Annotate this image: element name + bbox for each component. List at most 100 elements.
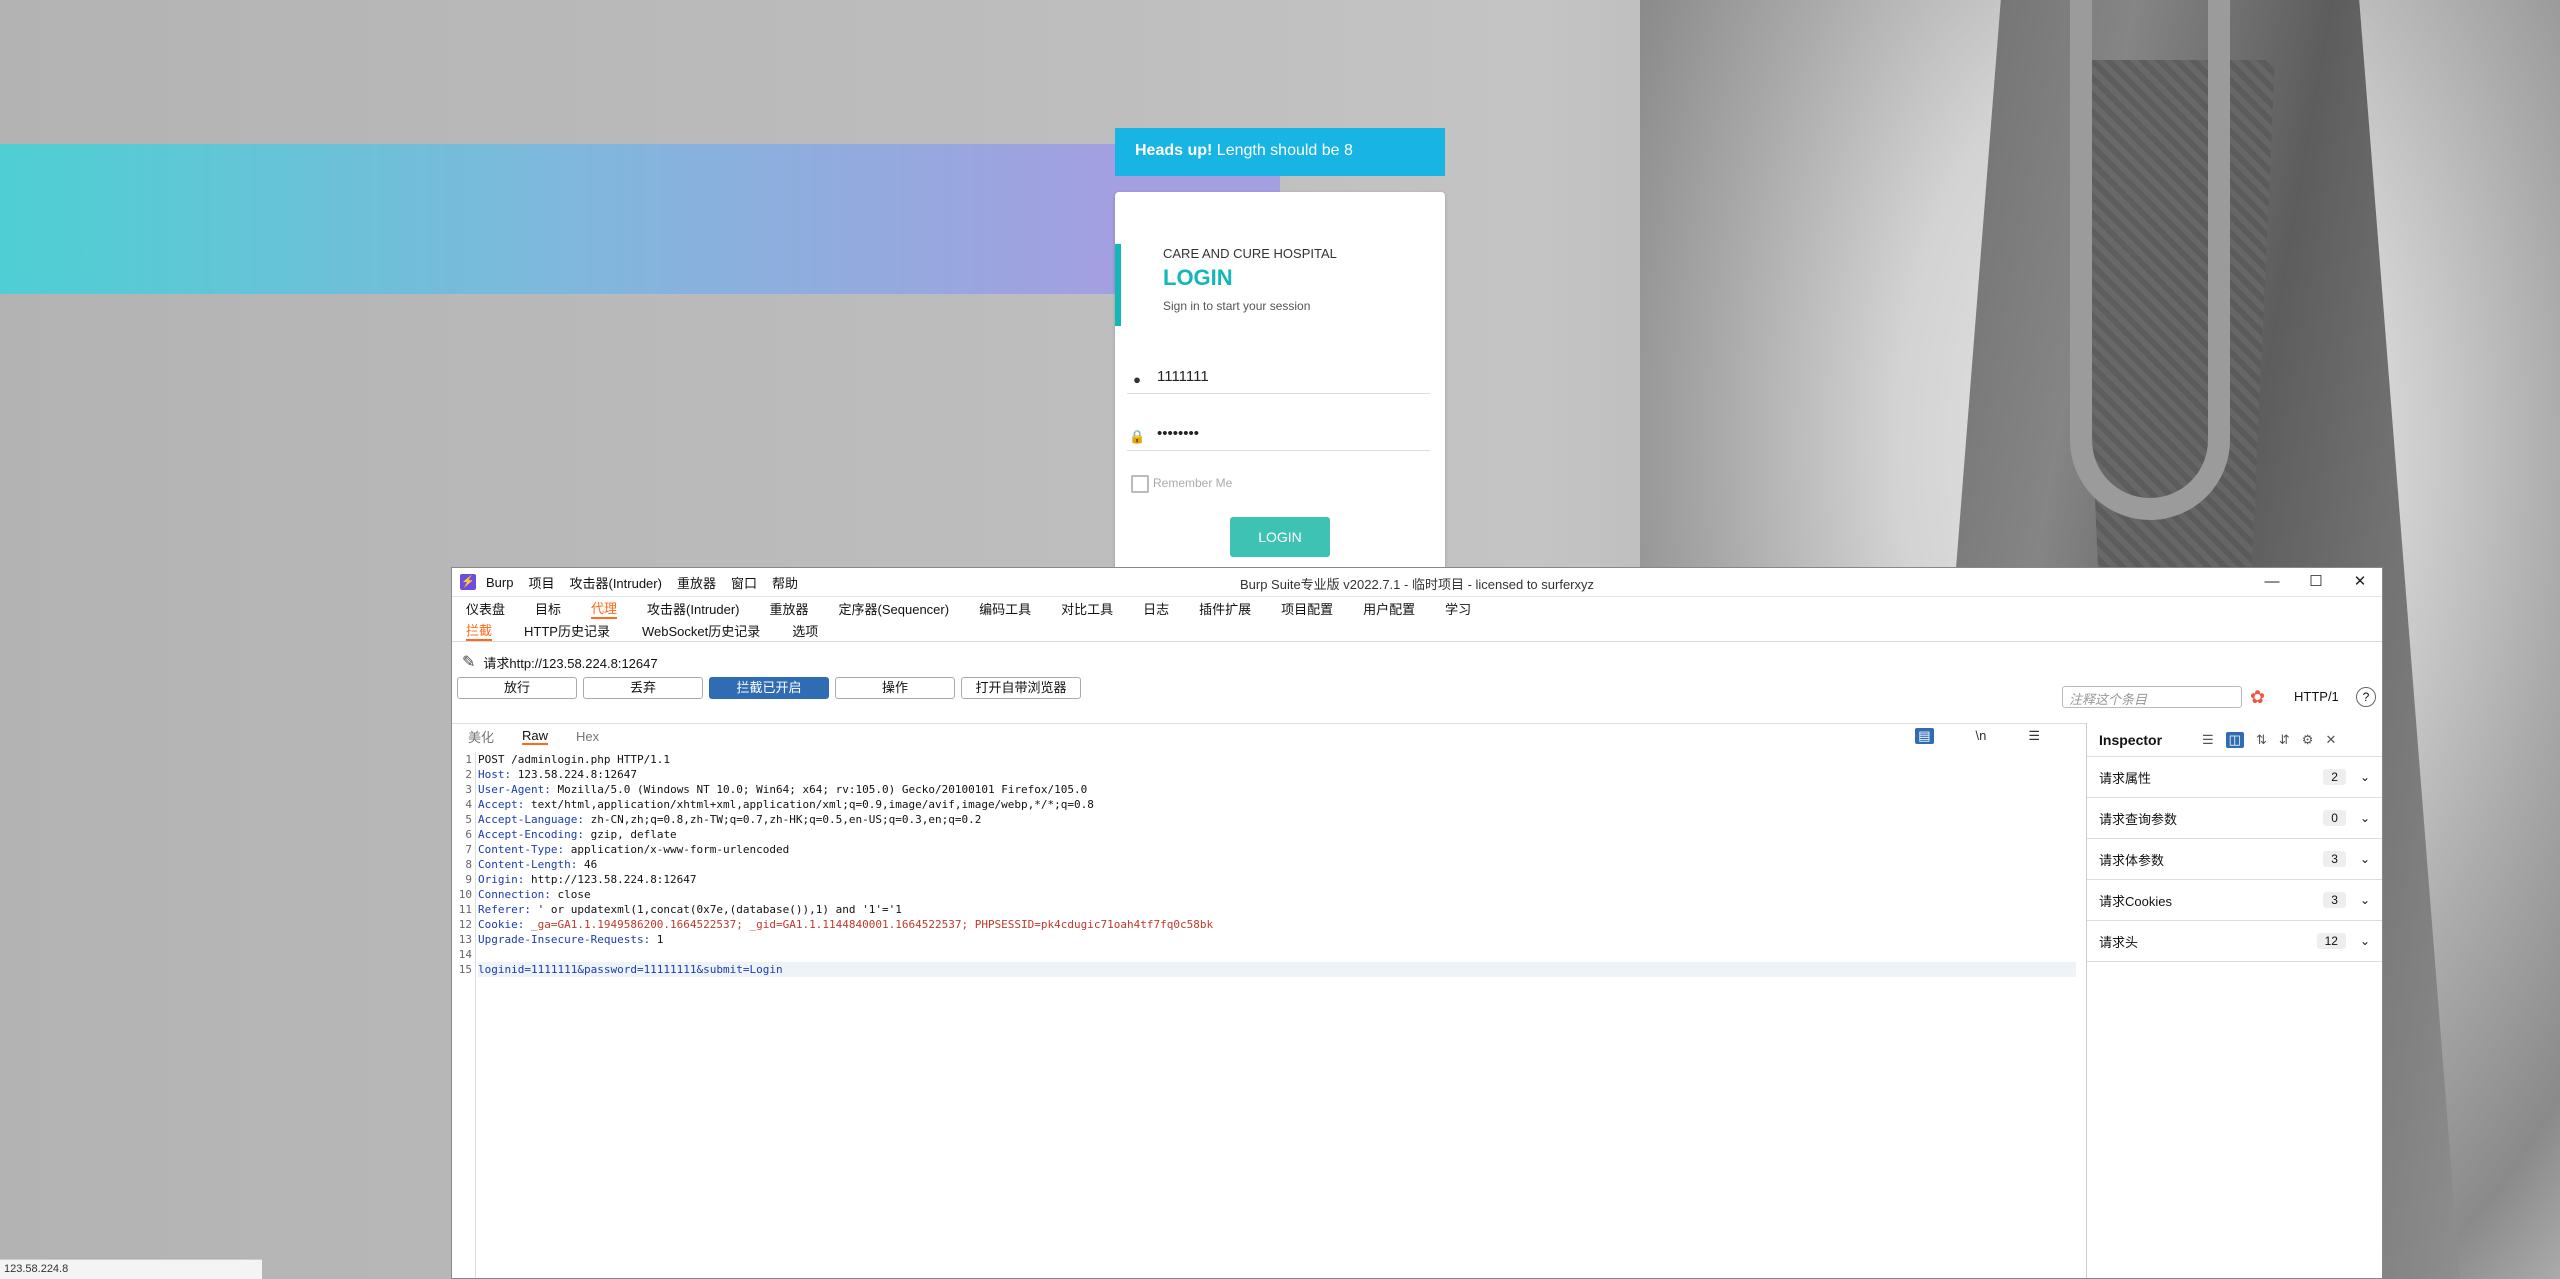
request-line[interactable]: Referer: ' or updatexml(1,concat(0x7e,(d… [478, 902, 2076, 917]
tab-intruder[interactable]: 攻击器(Intruder) [647, 599, 739, 618]
tab-repeater[interactable]: 重放器 [770, 599, 809, 618]
annotation-input[interactable]: 注释这个条目 [2062, 686, 2242, 708]
pencil-icon[interactable]: ✎ [462, 652, 475, 672]
menu-icon[interactable]: ☰ [2028, 728, 2040, 744]
tab-dashboard[interactable]: 仪表盘 [466, 599, 505, 618]
inspector-section[interactable]: 请求头 12 ⌄ [2087, 921, 2382, 962]
forward-button[interactable]: 放行 [457, 677, 577, 699]
line-numbers: 1 2 3 4 5 6 7 8 9 10 11 12 13 14 15 [452, 752, 476, 1278]
request-line[interactable]: Cookie: _ga=GA1.1.1949586200.1664522537;… [478, 917, 2076, 932]
password-field[interactable]: 🔒 •••••••• [1127, 419, 1430, 451]
request-line[interactable]: Accept: text/html,application/xhtml+xml,… [478, 797, 2076, 812]
open-browser-button[interactable]: 打开自带浏览器 [961, 677, 1081, 699]
tab-decoder[interactable]: 编码工具 [979, 599, 1031, 618]
http-version[interactable]: HTTP/1 [2294, 689, 2339, 704]
request-target-line: ✎ 请求http://123.58.224.8:12647 [452, 650, 2382, 674]
request-line[interactable]: POST /adminlogin.php HTTP/1.1 [478, 752, 2076, 767]
request-line[interactable]: Accept-Language: zh-CN,zh;q=0.8,zh-TW;q=… [478, 812, 2076, 827]
remember-me[interactable]: Remember Me [1131, 475, 1232, 493]
tab-pretty[interactable]: 美化 [468, 727, 494, 746]
header-value: zh-CN,zh;q=0.8,zh-TW;q=0.7,zh-HK;q=0.5,e… [583, 813, 982, 826]
tab-hex[interactable]: Hex [576, 729, 599, 744]
expand-icon[interactable]: ⇅ [2256, 732, 2267, 748]
settings-icon[interactable]: ⚙ [2302, 732, 2314, 748]
header-name: Accept-Language: [478, 813, 584, 826]
request-line[interactable]: User-Agent: Mozilla/5.0 (Windows NT 10.0… [478, 782, 2076, 797]
inspector-section-label: 请求属性 [2099, 770, 2152, 786]
inspector-section-count: 0 [2323, 810, 2346, 826]
chevron-down-icon[interactable]: ⌄ [2360, 893, 2370, 907]
inspector-title: Inspector [2099, 731, 2163, 748]
list-view-icon[interactable]: ☰ [2202, 732, 2214, 748]
login-subtitle: Sign in to start your session [1163, 299, 1311, 313]
tab-comparer[interactable]: 对比工具 [1061, 599, 1113, 618]
alert-banner: Heads up! Length should be 8 [1115, 128, 1445, 176]
header-name: Accept: [478, 798, 525, 811]
split-view-icon[interactable]: ◫ [2225, 731, 2244, 748]
header-value: 1 [650, 933, 664, 946]
window-title: Burp Suite专业版 v2022.7.1 - 临时项目 - license… [1239, 577, 1594, 592]
request-line[interactable]: Content-Type: application/x-www-form-url… [478, 842, 2076, 857]
request-line[interactable]: loginid=1111111&password=11111111&submit… [478, 962, 2076, 977]
inspector-section[interactable]: 请求查询参数 0 ⌄ [2087, 798, 2382, 839]
chevron-down-icon[interactable]: ⌄ [2360, 852, 2370, 866]
header-name: Origin: [478, 873, 525, 886]
line-number: 7 [465, 843, 472, 856]
collapse-icon[interactable]: ⇵ [2279, 732, 2290, 748]
request-line[interactable]: Accept-Encoding: gzip, deflate [478, 827, 2076, 842]
wrap-lines-icon[interactable]: ▤ [1915, 728, 1934, 744]
request-line[interactable] [478, 947, 2076, 962]
lock-icon: 🔒 [1129, 429, 1146, 444]
stethoscope-image [2070, 0, 2230, 520]
intercept-toggle-button[interactable]: 拦截已开启 [709, 677, 829, 699]
tab-http-history[interactable]: HTTP历史记录 [524, 621, 610, 640]
header-value: text/html,application/xhtml+xml,applicat… [524, 798, 1094, 811]
action-button[interactable]: 操作 [835, 677, 955, 699]
burp-window: ⚡ Burp 项目 攻击器(Intruder) 重放器 窗口 帮助 Burp S… [451, 567, 2383, 1279]
tab-options[interactable]: 选项 [792, 621, 818, 640]
chevron-down-icon[interactable]: ⌄ [2360, 770, 2370, 784]
tab-sequencer[interactable]: 定序器(Sequencer) [839, 599, 950, 618]
header-name: Connection: [478, 888, 551, 901]
line-number: 10 [458, 888, 472, 901]
header-value: 123.58.224.8:12647 [511, 768, 637, 781]
request-line[interactable]: Content-Length: 46 [478, 857, 2076, 872]
tab-websocket-history[interactable]: WebSocket历史记录 [642, 621, 760, 640]
tab-raw[interactable]: Raw [522, 728, 549, 745]
tab-learn[interactable]: 学习 [1445, 599, 1471, 618]
request-code[interactable]: 1 2 3 4 5 6 7 8 9 10 11 12 13 14 15 POST /adminlogin.p… [452, 752, 2086, 1278]
help-icon[interactable]: ? [2356, 687, 2376, 707]
tab-logger[interactable]: 日志 [1143, 599, 1169, 618]
request-line[interactable]: Upgrade-Insecure-Requests: 1 [478, 932, 2076, 947]
chevron-down-icon[interactable]: ⌄ [2360, 934, 2370, 948]
tab-user-options[interactable]: 用户配置 [1363, 599, 1415, 618]
highlight-color-icon[interactable]: ✿ [2250, 687, 2265, 708]
drop-button[interactable]: 丢弃 [583, 677, 703, 699]
tab-project-options[interactable]: 项目配置 [1281, 599, 1333, 618]
login-button[interactable]: LOGIN [1230, 517, 1330, 557]
browser-status-bar: 123.58.224.8 [0, 1259, 262, 1279]
tab-extensions[interactable]: 插件扩展 [1199, 599, 1251, 618]
minimize-icon[interactable]: — [2250, 568, 2294, 596]
inspector-section[interactable]: 请求Cookies 3 ⌄ [2087, 880, 2382, 921]
maximize-icon[interactable]: ☐ [2294, 568, 2338, 596]
line-number: 5 [465, 813, 472, 826]
close-icon[interactable]: ✕ [2338, 568, 2382, 596]
tab-proxy[interactable]: 代理 [591, 598, 618, 619]
inspector-section[interactable]: 请求属性 2 ⌄ [2087, 757, 2382, 798]
remember-checkbox[interactable] [1131, 475, 1149, 493]
request-line[interactable]: Connection: close [478, 887, 2076, 902]
header-name: Referer: [478, 903, 531, 916]
window-controls: — ☐ ✕ [2250, 568, 2382, 596]
login-header: CARE AND CURE HOSPITAL LOGIN Sign in to … [1115, 244, 1445, 326]
inspector-section[interactable]: 请求体参数 3 ⌄ [2087, 839, 2382, 880]
username-field[interactable]: ● 1111111 [1127, 362, 1430, 394]
request-line[interactable]: Origin: http://123.58.224.8:12647 [478, 872, 2076, 887]
close-inspector-icon[interactable]: ✕ [2325, 732, 2336, 748]
tab-intercept[interactable]: 拦截 [466, 620, 493, 641]
request-lines[interactable]: POST /adminlogin.php HTTP/1.1 Host: 123.5… [478, 752, 2076, 977]
chevron-down-icon[interactable]: ⌄ [2360, 811, 2370, 825]
newline-toggle[interactable]: \n [1976, 728, 1987, 744]
request-line[interactable]: Host: 123.58.224.8:12647 [478, 767, 2076, 782]
tab-target[interactable]: 目标 [535, 599, 561, 618]
